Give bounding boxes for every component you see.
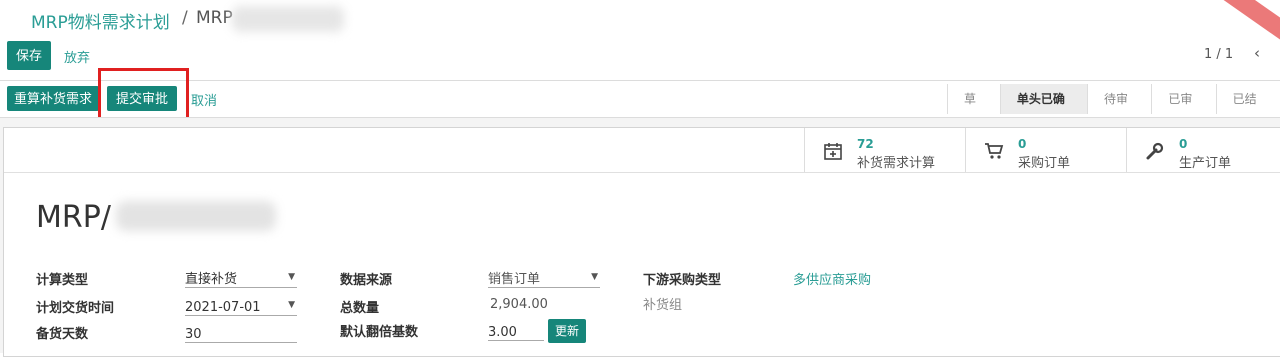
stage-closed[interactable]: 已结案: [1215, 84, 1280, 136]
stage-approved[interactable]: 已审批: [1151, 84, 1215, 136]
data-source-value: 销售订单: [488, 272, 541, 287]
total-qty-label: 总数量: [340, 301, 380, 316]
multiple-label: 默认翻倍基数: [340, 325, 419, 340]
cart-icon: [984, 141, 1004, 166]
data-source-label: 数据来源: [340, 273, 393, 288]
save-button[interactable]: 保存: [7, 41, 51, 70]
smart-count: 0: [1179, 137, 1188, 151]
redacted-name-blur: [232, 6, 344, 32]
breadcrumb-parent-link[interactable]: MRP物料需求计划: [31, 8, 170, 33]
smart-count: 72: [857, 137, 874, 151]
pager-prev-icon[interactable]: ‹: [1254, 44, 1260, 62]
smart-label: 生产订单: [1179, 156, 1232, 171]
data-source-select[interactable]: 销售订单 ▼: [488, 268, 600, 288]
delivery-time-value: 2021-07-01: [185, 300, 261, 315]
update-button[interactable]: 更新: [548, 319, 586, 343]
caret-down-icon: ▼: [288, 300, 295, 310]
replenish-group-label: 补货组: [643, 298, 683, 313]
wrench-icon: [1145, 141, 1165, 166]
divider: [0, 80, 1280, 81]
discard-button[interactable]: 放弃: [64, 47, 90, 66]
breadcrumb-separator: /: [182, 8, 188, 28]
smart-button-replenish[interactable]: 72 补货需求计算: [804, 128, 965, 172]
multiple-input[interactable]: 3.00: [488, 321, 544, 341]
caret-down-icon: ▼: [288, 272, 295, 282]
divider: [4, 172, 1280, 173]
highlight-box: [98, 68, 189, 124]
stage-pending-approval[interactable]: 待审批: [1087, 84, 1151, 136]
calc-type-select[interactable]: 直接补货 ▼: [185, 268, 297, 288]
stock-days-input[interactable]: 30: [185, 323, 297, 343]
downstream-label: 下游采购类型: [643, 273, 722, 288]
stock-days-value: 30: [185, 327, 202, 342]
calc-type-label: 计算类型: [36, 273, 89, 288]
calc-type-value: 直接补货: [185, 272, 238, 287]
multiple-value: 3.00: [488, 325, 517, 340]
calendar-plus-icon: [823, 141, 843, 166]
smart-label: 采购订单: [1018, 156, 1071, 171]
cancel-button[interactable]: 取消: [191, 90, 217, 109]
smart-button-production[interactable]: 0 生产订单: [1126, 128, 1280, 172]
recalc-demand-button[interactable]: 重算补货需求: [7, 86, 99, 111]
downstream-value-link[interactable]: 多供应商采购: [793, 269, 871, 288]
status-bar: 草稿 单头已确认 待审批 已审批 已结案: [947, 84, 1280, 136]
record-title: MRP/: [36, 200, 111, 235]
smart-button-purchase[interactable]: 0 采购订单: [965, 128, 1126, 172]
smart-label: 补货需求计算: [857, 156, 936, 171]
smart-button-row: 72 补货需求计算 0 采购订单 0 生产订单: [804, 128, 1280, 172]
total-qty-value: 2,904.00: [490, 297, 548, 312]
breadcrumb-current: MRP: [196, 8, 233, 28]
caret-down-icon: ▼: [591, 272, 598, 282]
redacted-title-blur: [116, 201, 276, 231]
delivery-time-label: 计划交货时间: [36, 301, 115, 316]
delivery-time-field[interactable]: 2021-07-01 ▼: [185, 296, 297, 316]
stage-draft[interactable]: 草稿: [947, 84, 1000, 136]
pager-value[interactable]: 1 / 1: [1204, 47, 1233, 62]
smart-count: 0: [1018, 137, 1027, 151]
stock-days-label: 备货天数: [36, 327, 89, 342]
stage-header-confirmed[interactable]: 单头已确认: [999, 84, 1088, 136]
